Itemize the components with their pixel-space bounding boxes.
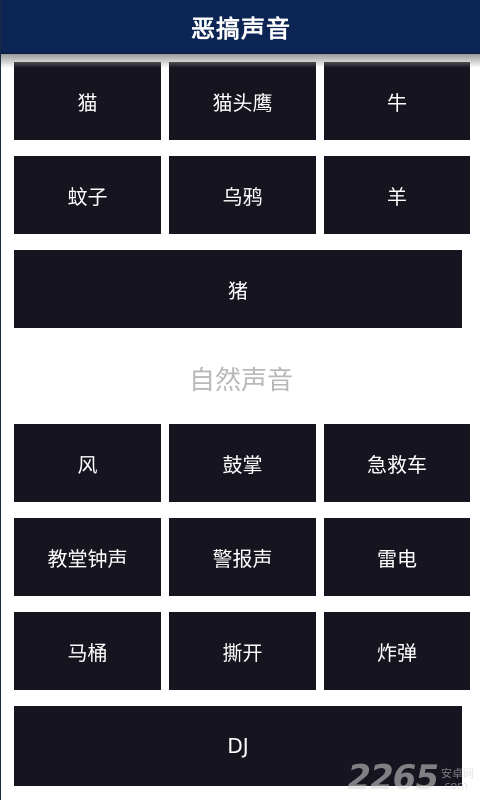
watermark-site: 安卓网 .com — [441, 768, 474, 792]
sound-button-mosquito[interactable]: 蚊子 — [14, 156, 161, 234]
sound-button-cow[interactable]: 牛 — [324, 62, 470, 140]
sound-button-applause[interactable]: 鼓掌 — [169, 424, 316, 502]
sound-button-rip[interactable]: 撕开 — [169, 612, 316, 690]
sound-button-cat[interactable]: 猫 — [14, 62, 161, 140]
page-title: 恶搞声音 — [191, 15, 291, 43]
sound-button-owl[interactable]: 猫头鹰 — [169, 62, 316, 140]
sound-button-bomb[interactable]: 炸弹 — [324, 612, 470, 690]
sound-button-thunder[interactable]: 雷电 — [324, 518, 470, 596]
watermark-logo: 2265 安卓网 .com — [347, 758, 474, 798]
sound-button-ambulance[interactable]: 急救车 — [324, 424, 470, 502]
watermark-number: 2265 — [347, 758, 439, 798]
sound-button-sheep[interactable]: 羊 — [324, 156, 470, 234]
app-screen: 恶搞声音 猫 猫头鹰 牛 蚊子 乌鸦 羊 猪 自然声音 风 鼓掌 急救车 教堂钟… — [0, 0, 480, 800]
title-bar: 恶搞声音 — [1, 0, 480, 54]
section-title-nature: 自然声音 — [188, 366, 293, 396]
sound-button-toilet[interactable]: 马桶 — [14, 612, 161, 690]
sound-button-alarm[interactable]: 警报声 — [169, 518, 316, 596]
sound-button-crow[interactable]: 乌鸦 — [169, 156, 316, 234]
watermark-site-line2: .com — [441, 779, 468, 792]
sound-button-church-bell[interactable]: 教堂钟声 — [14, 518, 161, 596]
sound-button-wind[interactable]: 风 — [14, 424, 161, 502]
sound-button-pig[interactable]: 猪 — [14, 250, 462, 328]
